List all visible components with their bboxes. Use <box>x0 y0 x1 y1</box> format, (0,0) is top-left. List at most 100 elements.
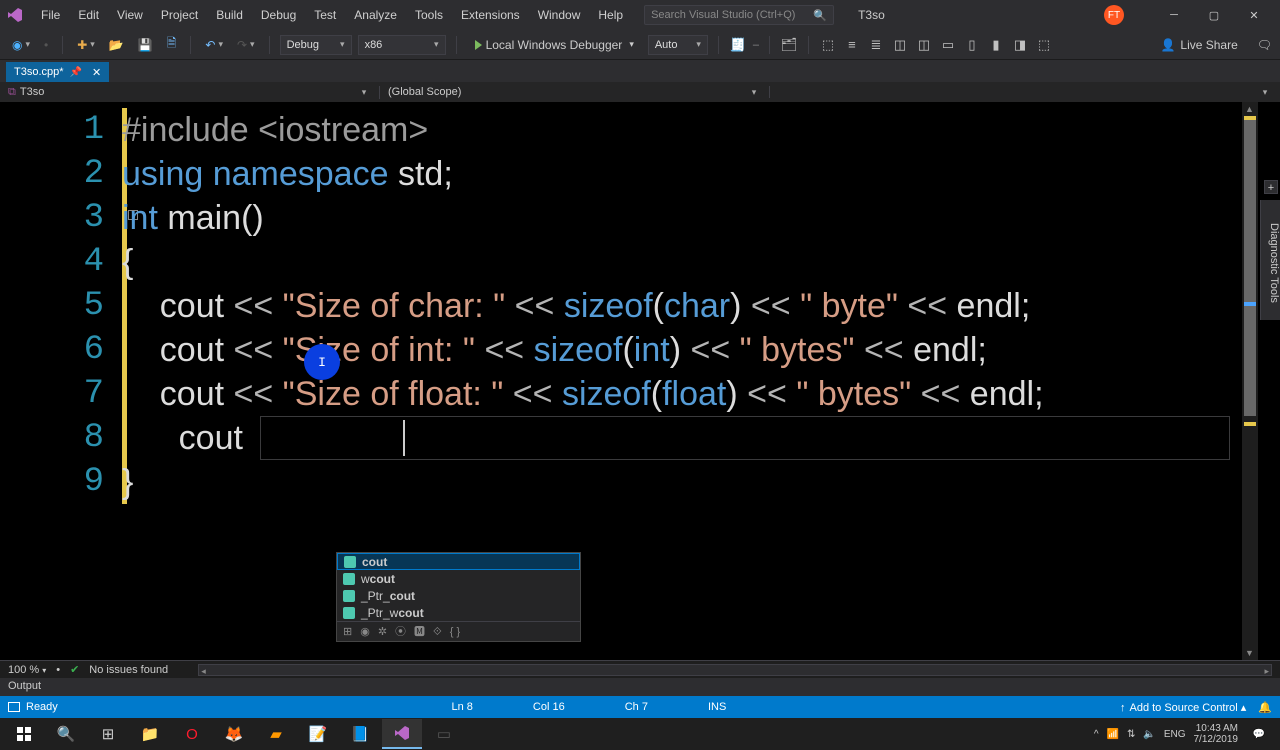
debug-target-combo[interactable]: Auto <box>648 35 708 55</box>
solution-name: T3so <box>858 8 885 22</box>
scope-combo[interactable]: (Global Scope) ▾ <box>380 86 770 98</box>
wifi-icon[interactable]: 📶 <box>1107 729 1119 740</box>
opera-icon[interactable]: O <box>172 719 212 749</box>
indent-icon[interactable]: ≡ <box>843 36 861 54</box>
filter-icon[interactable]: ◉ <box>360 610 370 654</box>
menu-test[interactable]: Test <box>305 8 345 22</box>
menu-analyze[interactable]: Analyze <box>345 8 406 22</box>
sublime-icon[interactable]: ▰ <box>256 719 296 749</box>
uncomment-icon[interactable]: ◫ <box>915 36 933 54</box>
quick-launch-search[interactable]: Search Visual Studio (Ctrl+Q) 🔍 <box>644 5 834 25</box>
save-button[interactable]: 💾 <box>134 34 157 56</box>
add-toolwindow-button[interactable]: + <box>1264 180 1278 194</box>
menu-view[interactable]: View <box>108 8 152 22</box>
filter-icon[interactable]: ⟐ <box>433 610 442 654</box>
misc-icon[interactable]: ⬚ <box>1035 36 1053 54</box>
redo-button[interactable]: ↷ <box>233 34 259 56</box>
taskview-icon[interactable]: ⊞ <box>88 719 128 749</box>
new-item-button[interactable]: ✚ <box>73 34 99 56</box>
firefox-icon[interactable]: 🦊 <box>214 719 254 749</box>
maximize-button[interactable]: ▢ <box>1194 1 1234 29</box>
toolbox-icon[interactable]: 🧾 <box>729 36 747 54</box>
menu-file[interactable]: File <box>32 8 69 22</box>
solution-config-combo[interactable]: Debug <box>280 35 352 55</box>
start-debug-button[interactable]: Local Windows Debugger ▾ <box>467 38 642 52</box>
menu-help[interactable]: Help <box>589 8 632 22</box>
live-share-icon: 👤 <box>1160 38 1175 52</box>
pin-icon[interactable]: 📌 <box>70 67 82 78</box>
menu-project[interactable]: Project <box>152 8 207 22</box>
diagnostic-tools-tab[interactable]: Diagnostic Tools <box>1260 200 1280 320</box>
member-icon <box>343 590 355 602</box>
separator <box>718 36 719 54</box>
system-tray[interactable]: ^ 📶 ⇅ 🔈 ENG 10:43 AM7/12/2019 💬 <box>1094 721 1276 747</box>
live-share-button[interactable]: 👤 Live Share 🗨 <box>1160 38 1272 52</box>
error-indicator-icon[interactable]: ✔ <box>70 663 79 676</box>
save-all-button[interactable]: 🗎 <box>163 34 181 56</box>
menu-edit[interactable]: Edit <box>69 8 108 22</box>
windows-taskbar: 🔍 ⊞ 📁 O 🦊 ▰ 📝 📘 ▭ ^ 📶 ⇅ 🔈 ENG 10:43 AM7/… <box>0 718 1280 750</box>
tray-chevron-icon[interactable]: ^ <box>1094 729 1099 740</box>
separator <box>269 36 270 54</box>
filter-icon[interactable]: 🅼 <box>414 610 425 654</box>
menu-build[interactable]: Build <box>207 8 252 22</box>
language-indicator[interactable]: ENG <box>1164 729 1186 740</box>
app-icon[interactable]: 📘 <box>340 719 380 749</box>
search-placeholder: Search Visual Studio (Ctrl+Q) <box>651 9 795 21</box>
live-share-label: Live Share <box>1180 38 1237 52</box>
minimize-button[interactable]: ─ <box>1154 1 1194 29</box>
solution-platform-combo[interactable]: x86 <box>358 35 446 55</box>
debugger-label: Local Windows Debugger <box>486 38 623 52</box>
menu-extensions[interactable]: Extensions <box>452 8 529 22</box>
layer-icon[interactable]: 🗂 <box>780 36 798 54</box>
bookmark-next-icon[interactable]: ▯ <box>963 36 981 54</box>
outdent-icon[interactable]: ≣ <box>867 36 885 54</box>
comment-icon[interactable]: ◫ <box>891 36 909 54</box>
app-icon[interactable]: ▭ <box>424 719 464 749</box>
account-avatar[interactable]: FT <box>1104 5 1124 25</box>
vertical-scrollbar[interactable]: ▲ ▼ <box>1242 102 1258 660</box>
bookmark-clear-icon[interactable]: ▮ <box>987 36 1005 54</box>
filter-icon[interactable]: ⦿ <box>395 610 406 654</box>
filter-icon[interactable]: ✲ <box>378 610 387 654</box>
notepad-icon[interactable]: 📝 <box>298 719 338 749</box>
bookmark-icon[interactable]: ▭ <box>939 36 957 54</box>
member-combo[interactable]: ▾ <box>770 87 1280 98</box>
member-icon <box>344 556 356 568</box>
close-button[interactable]: ✕ <box>1234 1 1274 29</box>
filter-icon[interactable]: { } <box>450 610 460 654</box>
action-center-icon[interactable]: 💬 <box>1246 721 1272 747</box>
flag-icon[interactable]: ◨ <box>1011 36 1029 54</box>
network-icon[interactable]: ⇅ <box>1127 729 1135 740</box>
menu-tools[interactable]: Tools <box>406 8 452 22</box>
separator <box>456 36 457 54</box>
separator <box>808 36 809 54</box>
visual-studio-taskbar-icon[interactable] <box>382 719 422 749</box>
notifications-icon[interactable]: 🔔 <box>1258 701 1272 714</box>
taskbar-clock[interactable]: 10:43 AM7/12/2019 <box>1194 723 1239 745</box>
project-scope-combo[interactable]: ⧉ T3so ▾ <box>0 86 380 99</box>
nav-back-button[interactable]: ◉ <box>8 34 34 56</box>
zoom-level[interactable]: 100 % <box>8 664 46 676</box>
volume-icon[interactable]: 🔈 <box>1143 729 1155 740</box>
horizontal-scrollbar[interactable]: ◂▸ <box>198 664 1272 676</box>
intellisense-popup[interactable]: cout wcout _Ptr_cout _Ptr_wcout ⊞ ◉ ✲ ⦿ … <box>336 552 581 642</box>
document-tab[interactable]: T3so.cpp* 📌 ✕ <box>6 62 109 82</box>
file-explorer-icon[interactable]: 📁 <box>130 719 170 749</box>
output-window-tab[interactable]: Output <box>0 678 1280 696</box>
filter-icon[interactable]: ⊞ <box>343 610 352 654</box>
code-editor[interactable]: 1 2 3 4 5 6 7 8 9 - #include <iostream> … <box>0 102 1280 660</box>
nav-fwd-button[interactable]: • <box>40 34 52 56</box>
open-button[interactable]: 📂 <box>105 34 128 56</box>
step-icon[interactable]: ⬚ <box>819 36 837 54</box>
tab-close-icon[interactable]: ✕ <box>92 66 101 79</box>
undo-button[interactable]: ↶ <box>201 34 227 56</box>
member-icon <box>343 573 355 585</box>
start-button[interactable] <box>4 719 44 749</box>
source-control-button[interactable]: ↑Add to Source Control ▴ <box>1120 701 1246 714</box>
search-taskbar-icon[interactable]: 🔍 <box>46 719 86 749</box>
menu-debug[interactable]: Debug <box>252 8 305 22</box>
code-content[interactable]: #include <iostream> using namespace std;… <box>122 102 1280 660</box>
menu-window[interactable]: Window <box>529 8 590 22</box>
feedback-icon[interactable]: 🗨 <box>1257 38 1272 52</box>
